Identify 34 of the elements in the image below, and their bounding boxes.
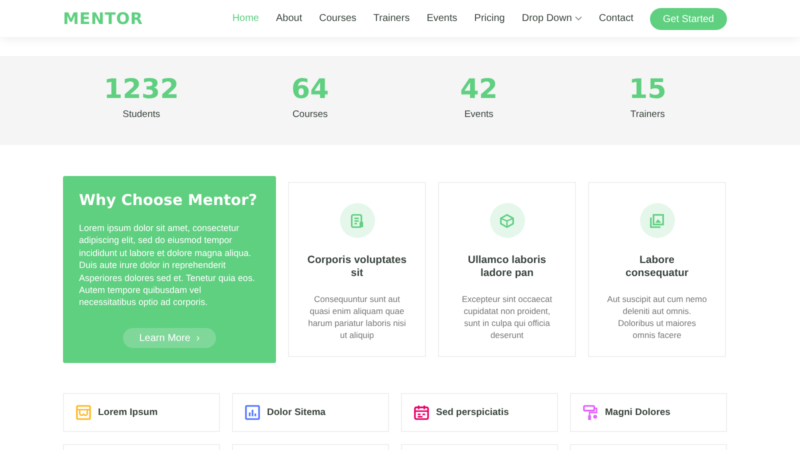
nav-link[interactable]: Pricing bbox=[466, 13, 514, 24]
section-paragraph: Lorem ipsum dolor sit amet, consectetur adipiscing elit, sed do eiusmod tempor incididunt ut labore et dolore magna aliqua. Duis aute irure dolor in reprehenderit Asperiores dolores sed et. Tenetur quia eos. Autem tempore quibusdam vel necessitatibus optio ad corporis. bbox=[79, 222, 256, 309]
nav-link[interactable]: About bbox=[268, 13, 311, 24]
document-icon bbox=[350, 214, 364, 228]
nav-link[interactable]: Contact bbox=[590, 13, 642, 24]
stat-number: 15 bbox=[628, 74, 666, 106]
feature-box[interactable]: Magni Dolores bbox=[570, 393, 727, 432]
nav-link[interactable]: Drop Down bbox=[513, 13, 590, 24]
stat-label: Courses bbox=[292, 109, 328, 120]
stat-label: Trainers bbox=[630, 109, 665, 120]
nav-link[interactable]: Trainers bbox=[364, 13, 418, 24]
feature-label: Magni Dolores bbox=[605, 407, 670, 418]
stat-number: 64 bbox=[291, 74, 329, 106]
stat-label: Students bbox=[122, 109, 160, 120]
section-title: Why Choose Mentor? bbox=[79, 190, 258, 210]
nav-link[interactable]: Courses bbox=[310, 13, 365, 24]
images-icon bbox=[650, 214, 664, 228]
card-title: Ullamco laboris ladore pan bbox=[466, 254, 548, 279]
card-text: Consequuntur sunt aut quasi enim aliquam quae harum pariatur laboris nisi ut aliquip bbox=[307, 293, 407, 341]
card-title: Corporis voluptates sit bbox=[307, 254, 407, 279]
feature-label: Dolor Sitema bbox=[267, 407, 326, 418]
stat-label: Events bbox=[464, 109, 494, 120]
feature-box[interactable]: Dolor Sitema bbox=[232, 393, 389, 432]
feature-box[interactable]: Lorem Ipsum bbox=[63, 393, 220, 432]
feature-label: Sed perspiciatis bbox=[436, 407, 509, 418]
feature-label: Lorem Ipsum bbox=[98, 407, 158, 418]
nav-link[interactable]: Events bbox=[418, 13, 466, 24]
card-text: Aut suscipit aut cum nemo deleniti aut omnis. Doloribus ut maiores omnis facere bbox=[607, 293, 707, 341]
feature-box[interactable]: Sed perspiciatis bbox=[401, 393, 558, 432]
stat-number: 42 bbox=[460, 74, 498, 106]
card-text: Excepteur sint occaecat cupidatat non proident, sunt in culpa qui officia deserunt bbox=[460, 293, 554, 341]
card-title: Labore consequatur bbox=[624, 254, 690, 279]
stat-number: 1232 bbox=[104, 74, 179, 106]
cube-icon bbox=[500, 214, 514, 228]
